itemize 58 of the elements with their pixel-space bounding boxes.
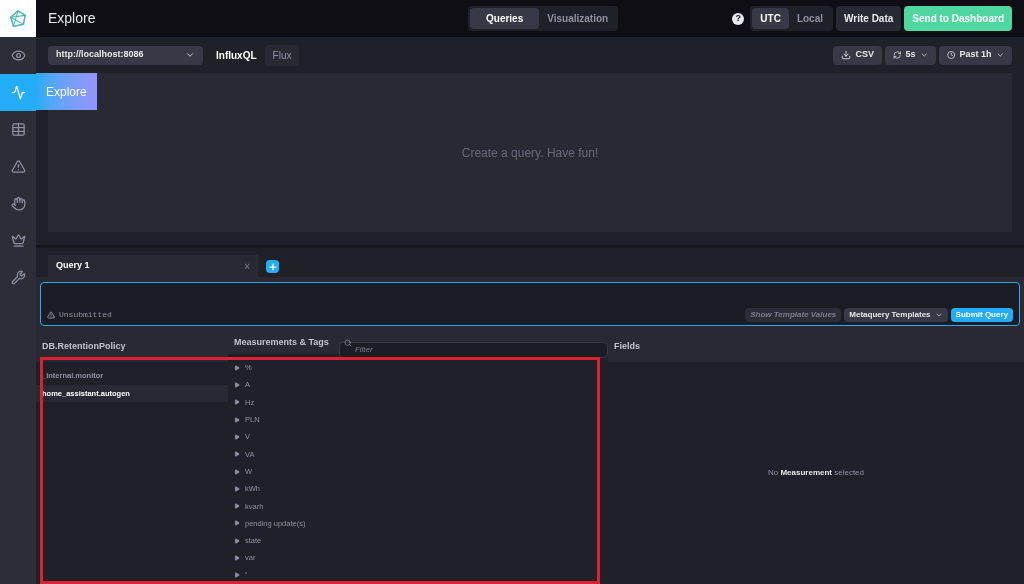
graph-empty-message: Create a query. Have fun!	[461, 144, 599, 162]
expand-triangle-icon	[234, 520, 240, 527]
eye-icon	[10, 48, 26, 63]
filter-field[interactable]: Filter	[338, 341, 608, 358]
source-dropdown[interactable]: http://localhost:8086	[48, 45, 203, 65]
column-heading: Measurements & Tags	[234, 336, 329, 350]
time-range-dropdown[interactable]: Past 1h	[939, 45, 1012, 65]
refresh-dropdown[interactable]: 5s	[885, 45, 936, 65]
expand-triangle-icon	[234, 433, 240, 440]
clock-icon	[947, 50, 956, 60]
toggle-option[interactable]: Local	[788, 8, 832, 29]
query-editor[interactable]: Unsubmitted Show Template Values Metaquery Templates Submit Query	[40, 282, 1020, 326]
column-heading: DB.RetentionPolicy	[42, 340, 126, 354]
expand-triangle-icon	[234, 485, 240, 492]
toggle-option[interactable]: Visualization	[539, 8, 617, 29]
expand-triangle-icon	[234, 537, 240, 544]
sidebar-tooltip: Explore	[36, 73, 97, 110]
fields-empty-message: No Measurement selected	[767, 467, 865, 479]
toggle-option[interactable]: Queries	[470, 8, 540, 29]
caret-icon	[934, 311, 943, 319]
caret-icon	[185, 50, 195, 60]
column-heading: Fields	[614, 340, 640, 354]
toggle-option[interactable]: InfluxQL	[208, 44, 265, 66]
expand-triangle-icon	[234, 555, 240, 562]
refresh-icon	[893, 50, 902, 60]
toggle-option[interactable]: UTC	[752, 8, 789, 29]
caret-icon	[919, 50, 928, 60]
page-title: Explore	[48, 9, 97, 28]
warning-icon	[47, 311, 55, 319]
pulse-icon	[10, 85, 26, 100]
search-icon	[343, 339, 352, 348]
wrench-icon	[10, 270, 26, 285]
download-icon	[841, 50, 852, 60]
expand-triangle-icon	[234, 399, 240, 406]
query-tab-label: Query 1	[56, 259, 90, 273]
hand-icon	[10, 196, 26, 211]
caret-icon	[995, 50, 1004, 60]
metaquery-templates-dropdown[interactable]: Metaquery Templates	[844, 308, 948, 322]
show-template-values-button[interactable]: Show Template Values	[745, 308, 842, 322]
expand-triangle-icon	[234, 364, 240, 371]
add-query-button[interactable]	[266, 260, 279, 273]
warning-icon	[10, 159, 26, 174]
expand-triangle-icon	[234, 572, 240, 579]
table-icon	[10, 122, 26, 137]
query-tab[interactable]: Query 1 ×	[48, 255, 258, 277]
expand-triangle-icon	[234, 451, 240, 458]
csv-button[interactable]: CSV	[833, 45, 882, 65]
toggle-option[interactable]: Flux	[264, 44, 300, 66]
write-data-button[interactable]: Write Data	[836, 6, 902, 31]
logo-icon	[9, 9, 27, 28]
expand-triangle-icon	[234, 382, 240, 389]
query-status: Unsubmitted	[59, 309, 112, 321]
expand-triangle-icon	[234, 416, 240, 423]
expand-triangle-icon	[234, 503, 240, 510]
crown-icon	[10, 233, 26, 248]
help-icon[interactable]: ?	[732, 12, 745, 25]
expand-triangle-icon	[234, 468, 240, 475]
plus-icon	[267, 261, 278, 272]
